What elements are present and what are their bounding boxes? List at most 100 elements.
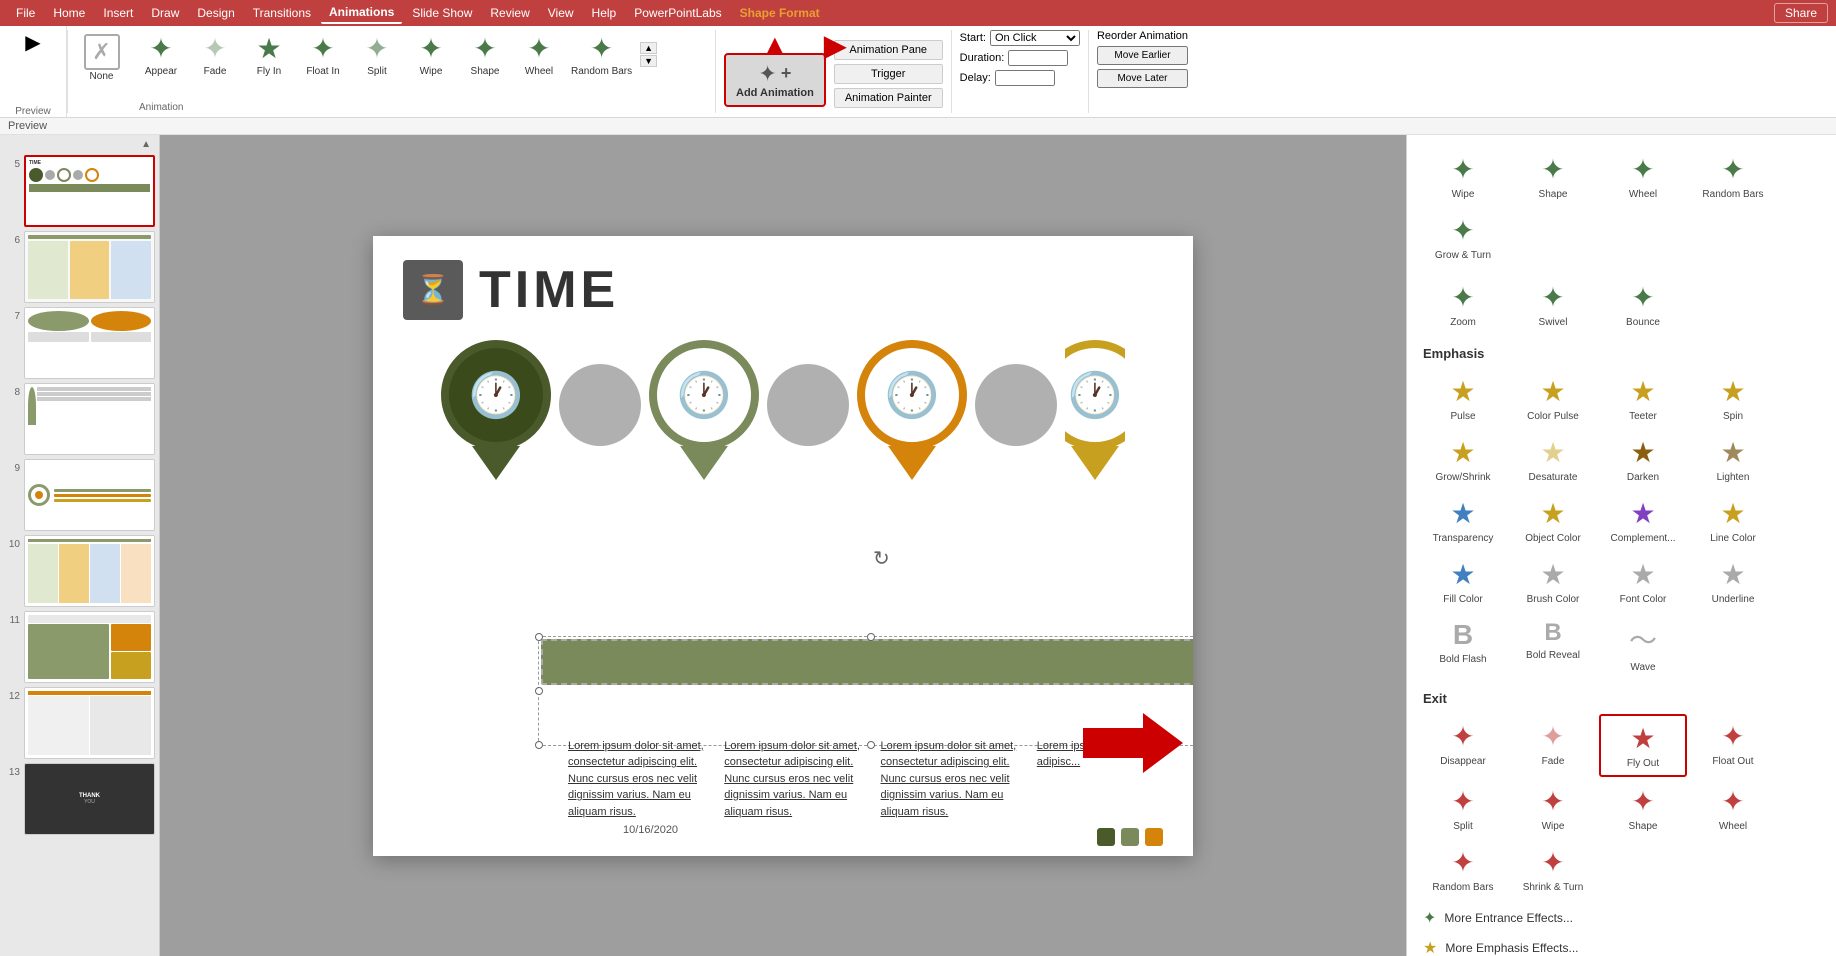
anim-wipe[interactable]: ✦ Wipe — [1419, 147, 1507, 206]
slide-img-6[interactable] — [24, 231, 155, 303]
menu-insert[interactable]: Insert — [95, 3, 141, 23]
preview-button[interactable]: ▶ — [8, 26, 58, 59]
anim-flyout[interactable]: ★ Fly Out — [1599, 714, 1687, 777]
anim-colorpulse[interactable]: ★ Color Pulse — [1509, 369, 1597, 428]
slide-img-8[interactable] — [24, 383, 155, 455]
scroll-up-arrow[interactable]: ▲ — [141, 139, 151, 150]
rotate-handle[interactable]: ↻ — [873, 546, 890, 571]
menu-slideshow[interactable]: Slide Show — [404, 3, 480, 23]
menu-home[interactable]: Home — [45, 3, 93, 23]
anim-lighten[interactable]: ★ Lighten — [1689, 430, 1777, 489]
none-button[interactable]: ✗ None — [74, 30, 129, 86]
anim-boldreveal[interactable]: B Bold Reveal — [1509, 613, 1597, 679]
slide-img-7[interactable] — [24, 307, 155, 379]
anim-scroll-down[interactable]: ▼ — [640, 55, 657, 67]
slide-thumb-9[interactable]: 9 — [4, 459, 155, 531]
anim-wipe-exit[interactable]: ✦ Wipe — [1509, 779, 1597, 838]
anim-wave[interactable]: 〜 Wave — [1599, 613, 1687, 679]
anim-linecolor[interactable]: ★ Line Color — [1689, 491, 1777, 550]
anim-growturn[interactable]: ✦ Grow & Turn — [1419, 208, 1507, 267]
delay-input[interactable] — [995, 70, 1055, 86]
anim-wheel[interactable]: ✦ Wheel — [1599, 147, 1687, 206]
more-entrance-link[interactable]: ✦ More Entrance Effects... — [1407, 903, 1836, 933]
sel-handle-tl[interactable] — [535, 633, 543, 641]
menu-shapeformat[interactable]: Shape Format — [732, 3, 828, 23]
move-earlier-button[interactable]: Move Earlier — [1097, 46, 1188, 65]
animation-painter-button[interactable]: Animation Painter — [834, 88, 943, 108]
anim-fillcolor[interactable]: ★ Fill Color — [1419, 552, 1507, 611]
slide-thumb-7[interactable]: 7 — [4, 307, 155, 379]
anim-spin[interactable]: ★ Spin — [1689, 369, 1777, 428]
ribbon-anim-appear[interactable]: ✦ Appear — [135, 30, 187, 79]
anim-wheel-exit[interactable]: ✦ Wheel — [1689, 779, 1777, 838]
sel-handle-ml[interactable] — [535, 687, 543, 695]
ribbon-anim-randombars[interactable]: ✦ Random Bars — [567, 30, 636, 79]
anim-shape-exit[interactable]: ✦ Shape — [1599, 779, 1687, 838]
ribbon-anim-flyin[interactable]: ★ Fly In — [243, 30, 295, 79]
add-animation-button[interactable]: ✦ + Add Animation — [724, 53, 826, 107]
duration-input[interactable] — [1008, 50, 1068, 66]
ribbon-anim-floatin[interactable]: ✦ Float In — [297, 30, 349, 79]
anim-pulse[interactable]: ★ Pulse — [1419, 369, 1507, 428]
slide-thumb-11[interactable]: 11 — [4, 611, 155, 683]
slide-img-12[interactable] — [24, 687, 155, 759]
move-later-button[interactable]: Move Later — [1097, 69, 1188, 88]
slide-thumb-5[interactable]: 5 TIME — [4, 155, 155, 227]
share-button[interactable]: Share — [1774, 3, 1828, 23]
anim-darken[interactable]: ★ Darken — [1599, 430, 1687, 489]
anim-floatout[interactable]: ✦ Float Out — [1689, 714, 1777, 777]
anim-disappear[interactable]: ✦ Disappear — [1419, 714, 1507, 777]
menu-transitions[interactable]: Transitions — [245, 3, 319, 23]
advanced-anim-group: ▲ ✦ + Add Animation ▶ Animation Pane Tri… — [716, 26, 951, 117]
start-select[interactable]: On Click — [990, 30, 1080, 46]
slide-img-11[interactable] — [24, 611, 155, 683]
anim-teeter[interactable]: ★ Teeter — [1599, 369, 1687, 428]
slide-img-9[interactable] — [24, 459, 155, 531]
anim-desaturate[interactable]: ★ Desaturate — [1509, 430, 1597, 489]
menu-file[interactable]: File — [8, 3, 43, 23]
slide-thumb-13[interactable]: 13 THANK YOU — [4, 763, 155, 835]
menu-design[interactable]: Design — [189, 3, 242, 23]
menu-draw[interactable]: Draw — [143, 3, 187, 23]
anim-zoom[interactable]: ✦ Zoom — [1419, 275, 1507, 334]
menu-review[interactable]: Review — [482, 3, 537, 23]
anim-objectcolor[interactable]: ★ Object Color — [1509, 491, 1597, 550]
slide-thumb-10[interactable]: 10 — [4, 535, 155, 607]
slide-thumb-8[interactable]: 8 — [4, 383, 155, 455]
anim-transparency[interactable]: ★ Transparency — [1419, 491, 1507, 550]
anim-underline[interactable]: ★ Underline — [1689, 552, 1777, 611]
slide-img-10[interactable] — [24, 535, 155, 607]
anim-complement[interactable]: ★ Complement... — [1599, 491, 1687, 550]
anim-randombars-exit[interactable]: ✦ Random Bars — [1419, 840, 1507, 899]
anim-bounce[interactable]: ✦ Bounce — [1599, 275, 1687, 334]
trigger-button[interactable]: Trigger — [834, 64, 943, 84]
anim-boldflash[interactable]: B Bold Flash — [1419, 613, 1507, 679]
slide-thumb-12[interactable]: 12 — [4, 687, 155, 759]
anim-swivel[interactable]: ✦ Swivel — [1509, 275, 1597, 334]
anim-fontcolor[interactable]: ★ Font Color — [1599, 552, 1687, 611]
randombars-exit-label: Random Bars — [1432, 882, 1493, 893]
slide-img-5[interactable]: TIME — [24, 155, 155, 227]
ribbon-anim-fade[interactable]: ✦ Fade — [189, 30, 241, 79]
anim-split-exit[interactable]: ✦ Split — [1419, 779, 1507, 838]
slide-thumb-6[interactable]: 6 — [4, 231, 155, 303]
ribbon-anim-shape[interactable]: ✦ Shape — [459, 30, 511, 79]
ribbon-anim-wheel[interactable]: ✦ Wheel — [513, 30, 565, 79]
animation-pane-button[interactable]: Animation Pane — [834, 40, 943, 60]
anim-brushcolor[interactable]: ★ Brush Color — [1509, 552, 1597, 611]
anim-shrinkturn[interactable]: ✦ Shrink & Turn — [1509, 840, 1597, 899]
slide-img-13[interactable]: THANK YOU — [24, 763, 155, 835]
anim-growshrink[interactable]: ★ Grow/Shrink — [1419, 430, 1507, 489]
menu-help[interactable]: Help — [584, 3, 625, 23]
more-emphasis-link[interactable]: ★ More Emphasis Effects... — [1407, 933, 1836, 956]
menu-view[interactable]: View — [540, 3, 582, 23]
anim-randombars[interactable]: ✦ Random Bars — [1689, 147, 1777, 206]
menu-powerpointlabs[interactable]: PowerPointLabs — [626, 3, 729, 23]
sel-handle-tm[interactable] — [867, 633, 875, 641]
ribbon-anim-split[interactable]: ✦ Split — [351, 30, 403, 79]
anim-fade-exit[interactable]: ✦ Fade — [1509, 714, 1597, 777]
anim-scroll-up[interactable]: ▲ — [640, 42, 657, 54]
anim-shape[interactable]: ✦ Shape — [1509, 147, 1597, 206]
ribbon-anim-wipe[interactable]: ✦ Wipe — [405, 30, 457, 79]
menu-animations[interactable]: Animations — [321, 2, 402, 24]
